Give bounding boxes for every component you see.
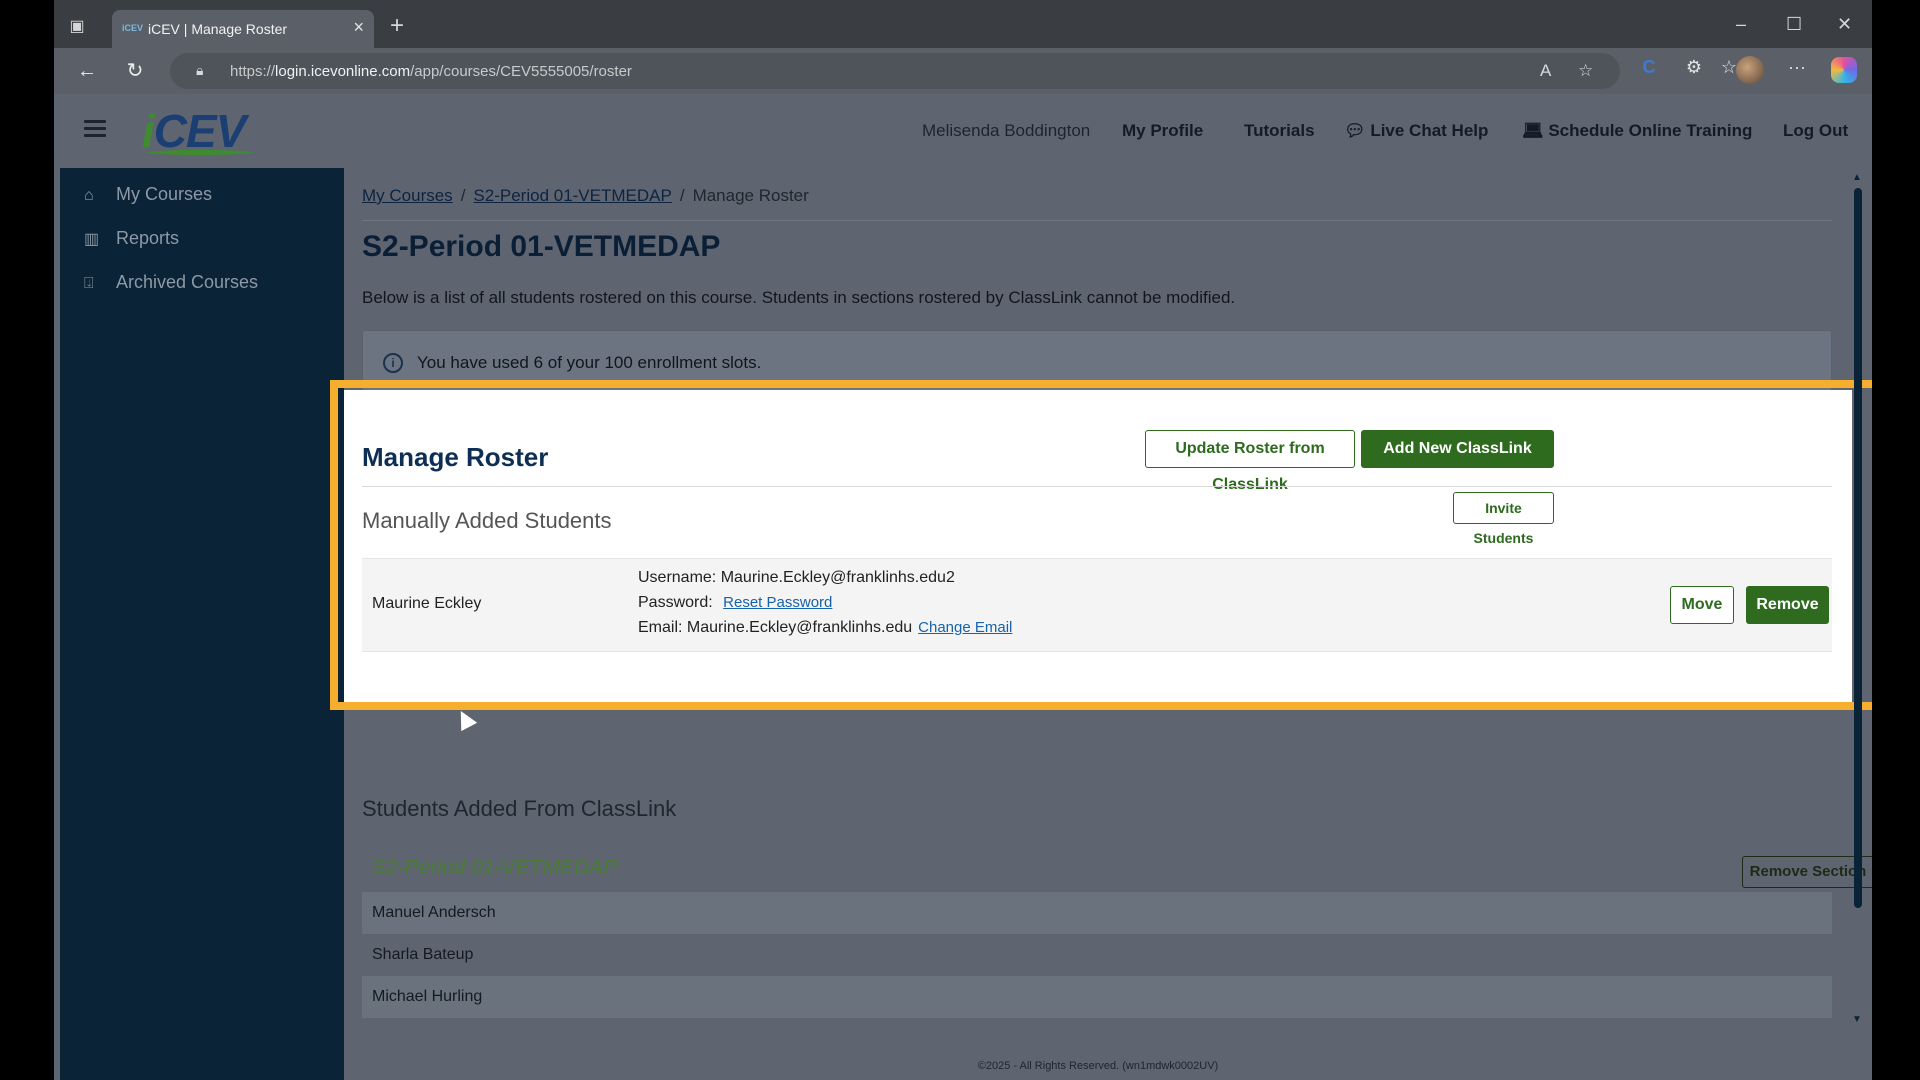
extension-c-icon[interactable]: C [1636, 57, 1662, 78]
tutorials-link[interactable]: Tutorials [1244, 121, 1315, 141]
main-content: My Courses/S2-Period 01-VETMEDAP/Manage … [344, 168, 1862, 1080]
lock-icon: 🔒︎ [196, 62, 203, 79]
page-description: Below is a list of all students rostered… [362, 288, 1235, 308]
highlight-box [330, 380, 1872, 710]
new-tab-icon[interactable]: + [390, 14, 404, 38]
app-header: iCEV Melisenda Boddington My Profile Tut… [54, 94, 1872, 168]
reload-icon[interactable]: ↻ [122, 58, 148, 84]
archive-icon: ⍗ [84, 275, 106, 293]
classlink-students-title: Students Added From ClassLink [362, 796, 676, 822]
sidebar: ⌂My Courses ▥Reports ⍗Archived Courses [60, 168, 344, 1080]
sidebar-item-my-courses[interactable]: ⌂My Courses [84, 184, 212, 208]
back-icon[interactable]: ← [74, 58, 100, 84]
page-title: S2-Period 01-VETMEDAP [362, 230, 720, 264]
classlink-student-row: Sharla Bateup [362, 934, 1832, 976]
tab-strip: ▣ iCEV iCEV | Manage Roster × + – ☐ ✕ [54, 0, 1872, 48]
favorite-star-icon[interactable]: ☆ [1578, 61, 1593, 81]
scroll-down-icon[interactable]: ▼ [1852, 1014, 1862, 1025]
logout-link[interactable]: Log Out [1783, 121, 1848, 141]
logo-swoosh [148, 150, 252, 155]
favicon-icon: iCEV [122, 23, 138, 33]
more-menu-icon[interactable]: ··· [1784, 57, 1810, 78]
profile-avatar[interactable] [1736, 56, 1764, 84]
tab-close-icon[interactable]: × [353, 17, 364, 38]
my-profile-link[interactable]: My Profile [1122, 121, 1203, 141]
chart-icon: ▥ [84, 229, 106, 249]
copilot-icon[interactable] [1831, 57, 1857, 83]
address-bar[interactable]: 🔒︎ https://login.icevonline.com/app/cour… [170, 53, 1620, 89]
breadcrumb: My Courses/S2-Period 01-VETMEDAP/Manage … [362, 186, 809, 206]
breadcrumb-my-courses[interactable]: My Courses [362, 186, 453, 205]
classlink-section-name: S2-Period 01-VETMEDAP [372, 856, 617, 880]
live-chat-link[interactable]: 💬︎ Live Chat Help [1344, 121, 1488, 141]
info-icon: i [383, 353, 403, 373]
minimize-icon[interactable]: – [1736, 14, 1746, 35]
enrollment-notice: You have used 6 of your 100 enrollment s… [417, 353, 761, 373]
browser-toolbar: ← ↻ 🔒︎ https://login.icevonline.com/app/… [54, 48, 1872, 94]
classlink-student-row: Michael Hurling [362, 976, 1832, 1018]
read-aloud-icon[interactable]: A [1540, 61, 1551, 81]
browser-window: ▣ iCEV iCEV | Manage Roster × + – ☐ ✕ ← … [54, 0, 1872, 1080]
home-icon: ⌂ [84, 187, 106, 205]
menu-icon[interactable] [84, 120, 106, 138]
browser-tab[interactable]: iCEV iCEV | Manage Roster × [112, 10, 374, 48]
divider [362, 220, 1832, 221]
sidebar-item-reports[interactable]: ▥Reports [84, 228, 179, 252]
scroll-thumb[interactable] [1854, 188, 1862, 908]
breadcrumb-current: Manage Roster [693, 186, 809, 205]
page-scrollbar[interactable]: ▲ ▼ [1852, 168, 1862, 1080]
close-window-icon[interactable]: ✕ [1837, 14, 1852, 35]
extensions-puzzle-icon[interactable]: ⚙ [1681, 57, 1707, 78]
sidebar-item-archived-courses[interactable]: ⍗Archived Courses [84, 272, 258, 296]
user-name: Melisenda Boddington [922, 121, 1090, 141]
tab-title: iCEV | Manage Roster [148, 21, 287, 37]
footer-copyright: ©2025 - All Rights Reserved. (wn1mdwk000… [344, 1060, 1852, 1072]
tab-actions-icon[interactable]: ▣ [66, 16, 88, 38]
classlink-student-row: Manuel Andersch [362, 892, 1832, 934]
laptop-icon: 💻︎ [1522, 121, 1548, 140]
scroll-up-icon[interactable]: ▲ [1852, 172, 1862, 183]
breadcrumb-course[interactable]: S2-Period 01-VETMEDAP [473, 186, 671, 205]
url-text: https://login.icevonline.com/app/courses… [230, 63, 632, 80]
schedule-training-link[interactable]: 💻︎ Schedule Online Training [1522, 121, 1752, 141]
maximize-icon[interactable]: ☐ [1786, 14, 1802, 35]
chat-icon: 💬︎ [1344, 121, 1370, 140]
